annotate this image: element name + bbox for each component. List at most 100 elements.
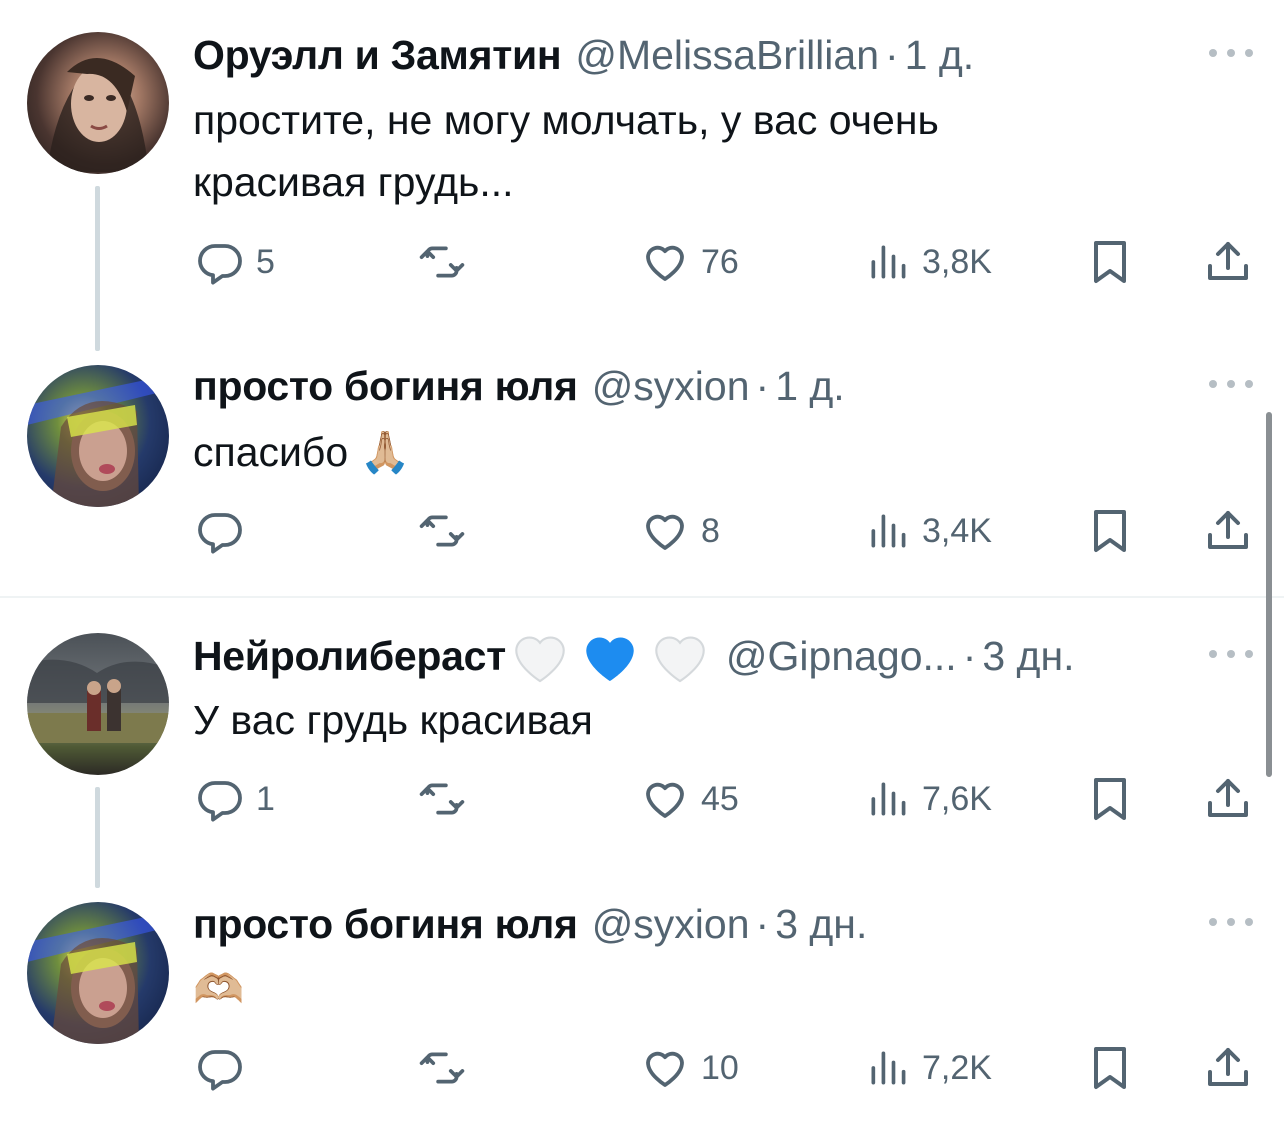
reply-button[interactable]: [196, 1044, 256, 1092]
reply-icon: [196, 238, 244, 286]
bookmark-button[interactable]: [1086, 775, 1134, 823]
avatar[interactable]: [27, 633, 169, 775]
avatar[interactable]: [27, 32, 169, 174]
share-icon: [1204, 238, 1252, 286]
timestamp[interactable]: 1 д.: [775, 363, 845, 410]
heart-icon: [641, 238, 689, 286]
retweet-icon: [414, 1044, 470, 1092]
share-icon: [1204, 507, 1252, 555]
views-button[interactable]: 3,4K: [866, 507, 992, 555]
share-icon: [1204, 1044, 1252, 1092]
retweet-button[interactable]: [414, 775, 470, 823]
reply-icon: [196, 507, 244, 555]
bookmark-icon: [1086, 1044, 1134, 1092]
reply-count: 1: [256, 779, 275, 818]
views-icon: [866, 775, 910, 823]
retweet-button[interactable]: [414, 1044, 470, 1092]
like-count: 10: [701, 1048, 739, 1087]
avatar-portrait: [27, 375, 169, 507]
avatar[interactable]: [27, 365, 169, 507]
like-button[interactable]: 10: [641, 1044, 739, 1092]
thread-line: [95, 787, 100, 888]
like-button[interactable]: 8: [641, 507, 720, 555]
share-button[interactable]: [1204, 507, 1252, 555]
white-heart-icon: [655, 636, 705, 683]
separator-dot: ·: [962, 632, 977, 679]
tweet-text: У вас грудь красивая: [193, 689, 1193, 751]
views-count: 7,6K: [922, 779, 992, 818]
display-name[interactable]: просто богиня юля: [193, 901, 578, 948]
retweet-icon: [414, 238, 470, 286]
share-button[interactable]: [1204, 238, 1252, 286]
scrollbar[interactable]: [1266, 412, 1272, 777]
reply-count: 5: [256, 242, 275, 281]
retweet-button[interactable]: [414, 238, 470, 286]
reply-button[interactable]: 5: [196, 238, 275, 286]
like-count: 8: [701, 511, 720, 550]
more-icon[interactable]: [1209, 648, 1253, 660]
avatar-portrait: [27, 659, 169, 743]
bookmark-icon: [1086, 775, 1134, 823]
timestamp[interactable]: 3 дн.: [982, 633, 1074, 680]
timestamp[interactable]: 3 дн.: [775, 901, 867, 948]
divider: [0, 596, 1284, 598]
like-button[interactable]: 45: [641, 775, 739, 823]
like-count: 45: [701, 779, 739, 818]
white-heart-icon: [515, 636, 565, 683]
heart-icon: [641, 507, 689, 555]
views-count: 3,4K: [922, 511, 992, 550]
display-name[interactable]: Нейролибераст: [193, 633, 506, 680]
bookmark-icon: [1086, 507, 1134, 555]
display-name[interactable]: просто богиня юля: [193, 363, 578, 410]
name-emoji-hearts: [508, 627, 712, 685]
views-button[interactable]: 7,6K: [866, 775, 992, 823]
views-icon: [866, 1044, 910, 1092]
like-button[interactable]: 76: [641, 238, 739, 286]
bookmark-button[interactable]: [1086, 1044, 1134, 1092]
share-icon: [1204, 775, 1252, 823]
reply-icon: [196, 775, 244, 823]
share-button[interactable]: [1204, 775, 1252, 823]
tweet-text: спасибо 🙏🏼: [193, 421, 1193, 483]
bookmark-button[interactable]: [1086, 507, 1134, 555]
more-icon[interactable]: [1209, 916, 1253, 928]
tweet-header: просто богиня юля @syxion · 3 дн.: [193, 899, 867, 949]
avatar[interactable]: [27, 902, 169, 1044]
avatar-portrait: [27, 912, 169, 1044]
separator-dot: ·: [755, 362, 770, 409]
like-count: 76: [701, 242, 739, 281]
display-name[interactable]: Оруэлл и Замятин: [193, 32, 562, 79]
retweet-button[interactable]: [414, 507, 470, 555]
separator-dot: ·: [755, 900, 770, 947]
more-icon[interactable]: [1209, 378, 1253, 390]
tweet-text-line: У вас грудь красивая: [193, 697, 593, 743]
username[interactable]: @syxion: [592, 901, 750, 948]
more-icon[interactable]: [1209, 47, 1253, 59]
tweet-text-line: красивая грудь...: [193, 159, 514, 205]
reply-button[interactable]: 1: [196, 775, 275, 823]
retweet-icon: [414, 507, 470, 555]
tweet-text: 🫶🏼: [193, 958, 1193, 1020]
views-count: 3,8K: [922, 242, 992, 281]
reply-icon: [196, 1044, 244, 1092]
views-button[interactable]: 7,2K: [866, 1044, 992, 1092]
thread-line: [95, 186, 100, 351]
separator-dot: ·: [885, 31, 899, 78]
retweet-icon: [414, 775, 470, 823]
views-icon: [866, 238, 910, 286]
timestamp[interactable]: 1 д.: [905, 32, 975, 79]
username[interactable]: @syxion: [592, 363, 750, 410]
views-button[interactable]: 3,8K: [866, 238, 992, 286]
tweet-text-line: спасибо 🙏🏼: [193, 429, 411, 475]
reply-button[interactable]: [196, 507, 256, 555]
views-count: 7,2K: [922, 1048, 992, 1087]
bookmark-icon: [1086, 238, 1134, 286]
username[interactable]: @Gipnago...: [726, 633, 957, 680]
share-button[interactable]: [1204, 1044, 1252, 1092]
tweet-text: простите, не могу молчать, у вас очень к…: [193, 89, 1193, 213]
tweet-header: Нейролибераст @Gipnago... · 3 дн.: [193, 631, 1075, 683]
username[interactable]: @MelissaBrillian: [575, 32, 879, 79]
bookmark-button[interactable]: [1086, 238, 1134, 286]
views-icon: [866, 507, 910, 555]
heart-icon: [641, 1044, 689, 1092]
